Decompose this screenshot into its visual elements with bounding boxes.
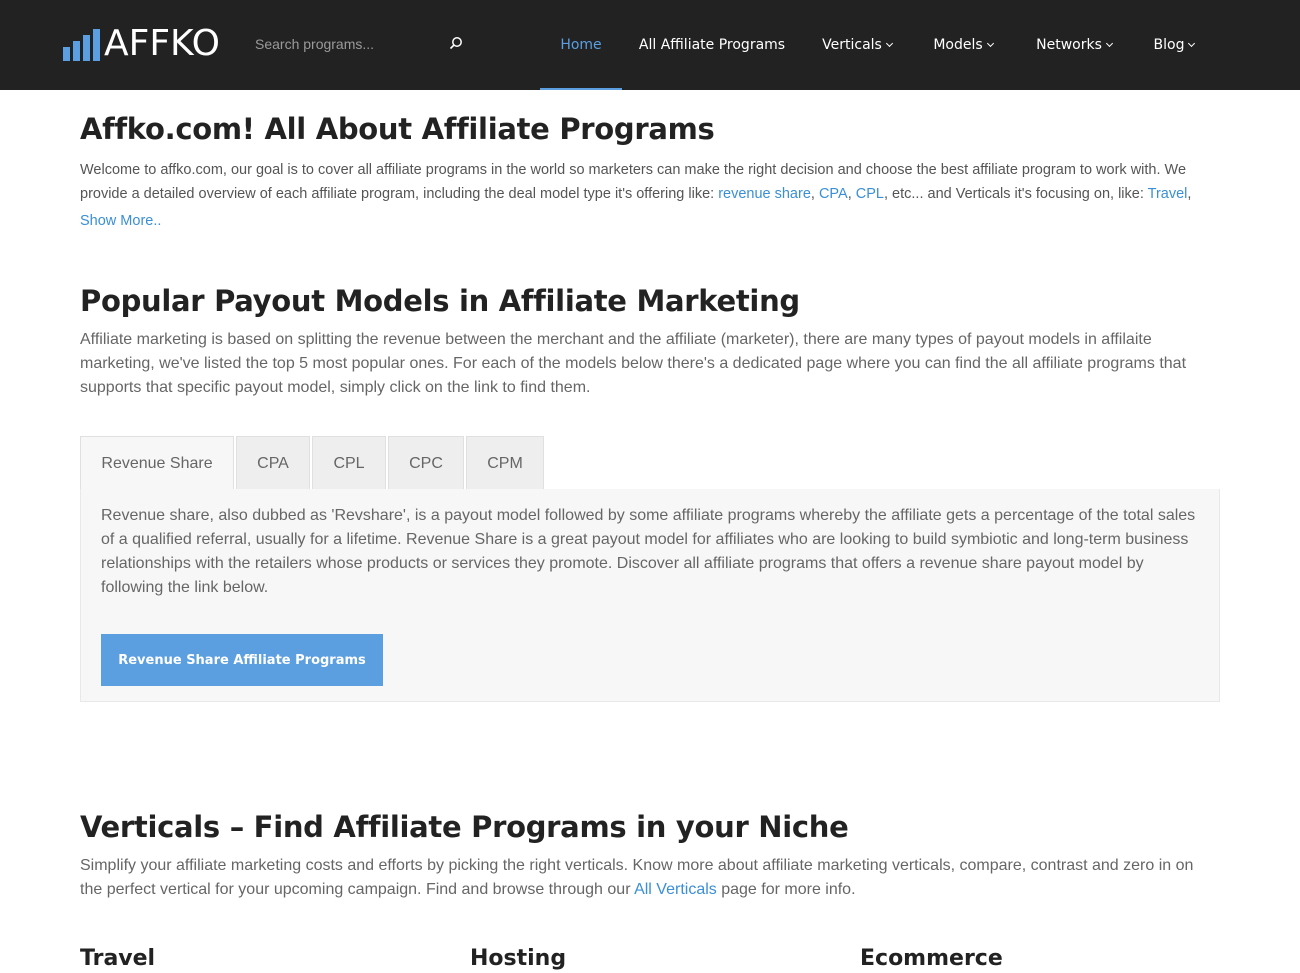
vertical-hosting-heading[interactable]: Hosting bbox=[470, 946, 566, 971]
site-header: AFFKO Home All Affiliate Programs Vertic… bbox=[0, 0, 1300, 90]
link-revenue-share[interactable]: revenue share bbox=[718, 186, 811, 202]
intro-text-part: , etc... and Verticals it's focusing on,… bbox=[883, 186, 1148, 202]
nav-models-label: Models bbox=[933, 37, 983, 53]
link-travel[interactable]: Travel bbox=[1148, 186, 1188, 202]
chevron-down-icon bbox=[885, 39, 893, 47]
intro-text: Welcome to affko.com, our goal is to cov… bbox=[80, 158, 1210, 206]
link-cpa[interactable]: CPA bbox=[819, 186, 848, 202]
nav-blog[interactable]: Blog bbox=[1134, 0, 1214, 90]
intro-text-part: , bbox=[1187, 186, 1192, 202]
nav-verticals[interactable]: Verticals bbox=[802, 0, 912, 90]
nav-networks[interactable]: Networks bbox=[1014, 0, 1134, 90]
intro-separator: , bbox=[847, 186, 856, 202]
verticals-text-part: page for more info. bbox=[716, 881, 856, 898]
verticals-text: Simplify your affiliate marketing costs … bbox=[80, 854, 1220, 902]
nav-home[interactable]: Home bbox=[540, 0, 622, 90]
link-cpl[interactable]: CPL bbox=[856, 186, 884, 202]
tab-panel-text: Revenue share, also dubbed as 'Revshare'… bbox=[101, 507, 1196, 596]
chevron-down-icon bbox=[1105, 39, 1113, 47]
search-input[interactable] bbox=[255, 30, 435, 58]
site-logo[interactable]: AFFKO bbox=[63, 23, 221, 64]
tab-cpm[interactable]: CPM bbox=[466, 436, 544, 490]
logo-bars-icon bbox=[63, 29, 100, 61]
payout-models-text: Affiliate marketing is based on splittin… bbox=[80, 331, 1187, 396]
main-nav: Home All Affiliate Programs Verticals Mo… bbox=[540, 0, 1214, 90]
logo-text: AFFKO bbox=[104, 23, 221, 64]
nav-verticals-label: Verticals bbox=[822, 37, 882, 53]
revenue-share-programs-button[interactable]: Revenue Share Affiliate Programs bbox=[101, 634, 383, 686]
payout-models-heading: Popular Payout Models in Affiliate Marke… bbox=[80, 284, 800, 318]
tab-revenue-share[interactable]: Revenue Share bbox=[80, 436, 234, 490]
nav-home-label: Home bbox=[560, 37, 602, 53]
chevron-down-icon bbox=[986, 39, 994, 47]
show-more-link[interactable]: Show More.. bbox=[80, 213, 161, 229]
vertical-ecommerce-heading[interactable]: Ecommerce bbox=[860, 946, 1003, 971]
chevron-down-icon bbox=[1188, 39, 1196, 47]
tab-cpl[interactable]: CPL bbox=[312, 436, 386, 490]
tab-cpc[interactable]: CPC bbox=[388, 436, 464, 490]
vertical-travel-heading[interactable]: Travel bbox=[80, 946, 155, 971]
tab-panel-revenue-share: Revenue share, also dubbed as 'Revshare'… bbox=[80, 489, 1220, 702]
nav-blog-label: Blog bbox=[1153, 37, 1185, 53]
nav-all-programs-label: All Affiliate Programs bbox=[638, 37, 786, 53]
payout-tabs: Revenue Share CPA CPL CPC CPM bbox=[80, 436, 546, 490]
intro-separator: , bbox=[810, 186, 819, 202]
nav-all-affiliate-programs[interactable]: All Affiliate Programs bbox=[622, 0, 802, 90]
nav-models[interactable]: Models bbox=[912, 0, 1014, 90]
verticals-heading: Verticals – Find Affiliate Programs in y… bbox=[80, 810, 849, 844]
nav-networks-label: Networks bbox=[1036, 37, 1102, 53]
search-box bbox=[255, 30, 467, 58]
page-title: Affko.com! All About Affiliate Programs bbox=[80, 112, 715, 146]
tab-cpa[interactable]: CPA bbox=[236, 436, 310, 490]
search-icon[interactable] bbox=[449, 36, 463, 50]
link-all-verticals[interactable]: All Verticals bbox=[634, 881, 717, 898]
